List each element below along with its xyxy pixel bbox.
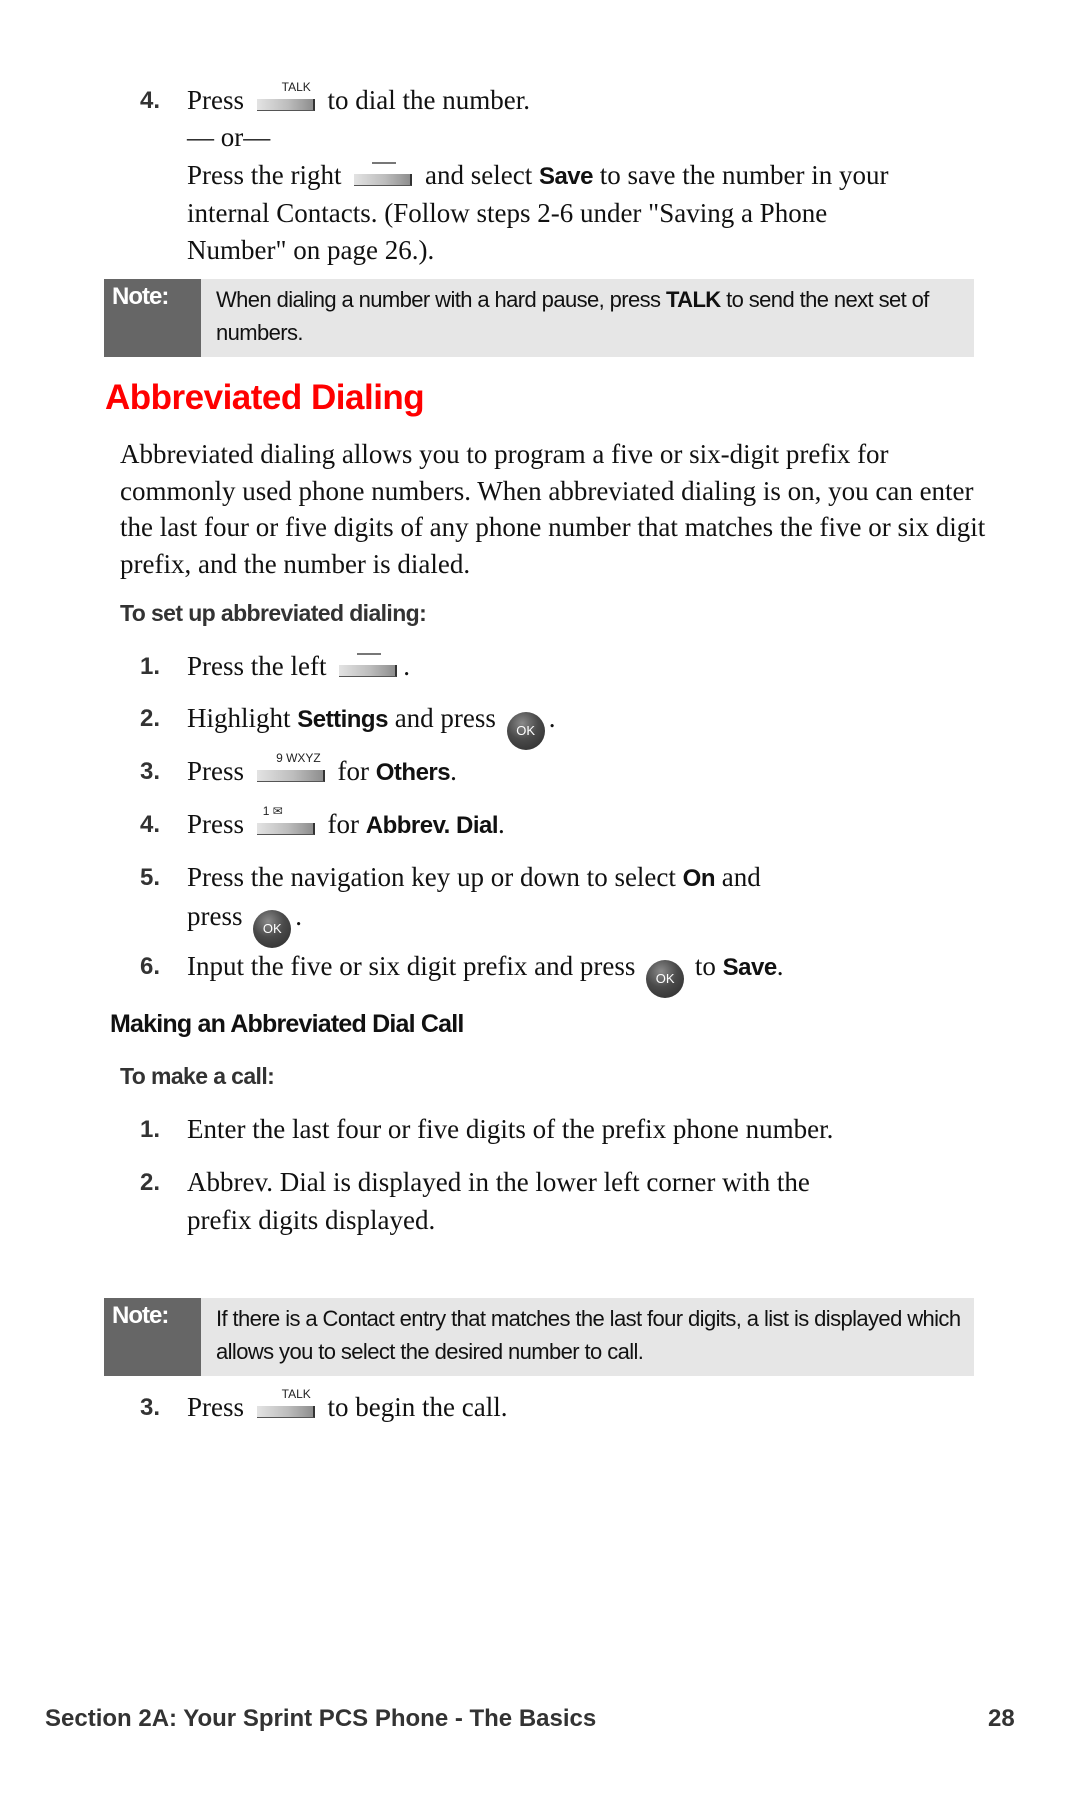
note-label: Note: xyxy=(104,1298,201,1376)
section-title: Abbreviated Dialing xyxy=(105,378,425,417)
setup-step-5: Press the navigation key up or down to s… xyxy=(187,862,761,892)
text: Press xyxy=(187,85,245,115)
setup-heading: To set up abbreviated dialing: xyxy=(120,600,427,626)
page-number: 28 xyxy=(988,1705,1015,1732)
step-line: internal Contacts. (Follow steps 2-6 und… xyxy=(187,198,828,228)
softkey-icon xyxy=(354,162,413,186)
talk-key-icon: TALK xyxy=(256,1388,315,1418)
step-number: 4. xyxy=(140,87,161,114)
setup-step-1: Press the left . xyxy=(187,651,410,681)
keyword: Abbrev. Dial xyxy=(365,812,499,839)
call-step-2-cont: prefix digits displayed. xyxy=(187,1205,436,1235)
footer-section: Section 2A: Your Sprint PCS Phone - The … xyxy=(45,1705,597,1732)
one-key-icon: 1 ✉ xyxy=(256,805,315,835)
note-text: When dialing a number with a hard pause,… xyxy=(216,287,929,345)
step-line: Press TALK to dial the number. xyxy=(187,81,530,119)
note-box: Note: When dialing a number with a hard … xyxy=(104,279,974,357)
setup-step-2: Highlight Settings and press OK. xyxy=(187,700,555,750)
call-step-2: Abbrev. Dial is displayed in the lower l… xyxy=(187,1167,810,1197)
ok-button-icon: OK xyxy=(646,960,685,998)
text: Press the right xyxy=(187,160,342,190)
step-number: 2. xyxy=(140,705,161,732)
key-label: TALK xyxy=(281,80,311,94)
nine-key-icon: 9 WXYZ xyxy=(256,752,325,782)
step-number: 2. xyxy=(140,1169,161,1196)
call-step-3: Press TALK to begin the call. xyxy=(187,1387,508,1422)
ok-button-icon: OK xyxy=(506,712,545,750)
subsection-title: Making an Abbreviated Dial Call xyxy=(110,1010,464,1038)
step-number: 1. xyxy=(140,1116,161,1143)
step-line: Press the right and select Save to save … xyxy=(187,157,888,195)
setup-step-5-cont: press OK. xyxy=(187,898,302,948)
text: and select xyxy=(425,160,533,190)
note-box: Note: If there is a Contact entry that m… xyxy=(104,1298,974,1376)
step-number: 5. xyxy=(140,864,161,891)
step-number: 3. xyxy=(140,1394,161,1421)
ok-button-icon: OK xyxy=(253,910,292,948)
step-number: 1. xyxy=(140,653,161,680)
note-text: If there is a Contact entry that matches… xyxy=(216,1306,961,1364)
talk-key-icon: TALK xyxy=(256,81,315,111)
keyword: TALK xyxy=(665,287,721,312)
step-line: Number" on page 26.). xyxy=(187,235,435,265)
step-number: 4. xyxy=(140,811,161,838)
or-separator: — or— xyxy=(187,122,271,152)
setup-step-3: Press 9 WXYZ for Others. xyxy=(187,751,457,786)
intro-paragraph: Abbreviated dialing allows you to progra… xyxy=(120,439,986,579)
setup-step-6: Input the five or six digit prefix and p… xyxy=(187,948,783,998)
setup-step-4: Press 1 ✉ for Abbrev. Dial. xyxy=(187,804,505,839)
note-label: Note: xyxy=(104,279,201,357)
keyword: Others xyxy=(375,759,451,786)
text: to dial the number. xyxy=(327,85,530,115)
call-step-1: Enter the last four or five digits of th… xyxy=(187,1114,834,1144)
keyword: Settings xyxy=(297,706,388,733)
keyword: Save xyxy=(538,163,594,190)
step-number: 3. xyxy=(140,758,161,785)
text: to save the number in your xyxy=(599,160,889,190)
keyword: Save xyxy=(722,954,778,981)
keyword: On xyxy=(682,865,716,892)
call-heading: To make a call: xyxy=(120,1063,275,1089)
left-softkey-icon xyxy=(339,653,398,677)
step-number: 6. xyxy=(140,953,161,980)
